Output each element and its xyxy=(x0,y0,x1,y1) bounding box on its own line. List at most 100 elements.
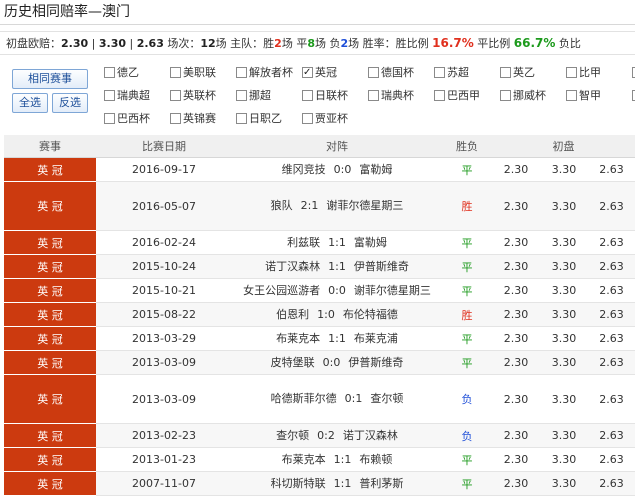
league-cell[interactable]: 英 冠 xyxy=(4,278,96,303)
league-cell[interactable]: 英 冠 xyxy=(4,350,96,375)
home-team[interactable]: 布莱克本 xyxy=(276,332,320,345)
home-team[interactable]: 狼队 xyxy=(271,199,293,212)
away-team[interactable]: 富勒姆 xyxy=(359,163,392,176)
league-checkbox[interactable]: 巴西甲 xyxy=(434,87,480,105)
league-cell[interactable]: 英 冠 xyxy=(4,181,96,231)
odds-home-cell: 2.30 xyxy=(492,447,540,472)
checkbox-icon[interactable] xyxy=(368,66,379,78)
draw-percent: 66.7% xyxy=(513,36,556,50)
table-row: 英 冠 2013-03-29 布莱克本 1:1 布莱克浦 平 2.30 3.30 2.63 xyxy=(4,326,635,351)
league-checkbox[interactable]: 比甲 xyxy=(566,64,601,82)
checkbox-icon[interactable] xyxy=(302,112,313,124)
league-checkbox[interactable]: 英锦赛 xyxy=(170,110,216,128)
league-cell[interactable]: 英 冠 xyxy=(4,447,96,472)
league-checkbox[interactable]: 日联杯 xyxy=(302,87,348,105)
league-cell[interactable]: 英 冠 xyxy=(4,230,96,255)
result-cell: 平 xyxy=(442,447,492,472)
invert-selection-button[interactable]: 反选 xyxy=(52,93,88,113)
checkbox-icon[interactable] xyxy=(236,89,247,101)
league-checkbox[interactable]: 挪威杯 xyxy=(500,87,546,105)
header-date: 比赛日期 xyxy=(96,135,232,158)
checkbox-icon[interactable] xyxy=(566,66,577,78)
score: 1:1 xyxy=(328,235,346,249)
league-checkbox[interactable]: 英联杯 xyxy=(170,87,216,105)
away-team[interactable]: 伊普斯维奇 xyxy=(348,356,403,369)
league-cell[interactable]: 英 冠 xyxy=(4,157,96,182)
away-team[interactable]: 查尔顿 xyxy=(370,392,403,405)
checkbox-icon[interactable] xyxy=(170,66,181,78)
away-team[interactable]: 布赖顿 xyxy=(359,453,392,466)
checkbox-icon[interactable] xyxy=(500,89,511,101)
checkbox-icon[interactable] xyxy=(302,89,313,101)
checkbox-icon[interactable] xyxy=(434,66,445,78)
league-checkbox[interactable]: 苏超 xyxy=(434,64,469,82)
league-checkbox[interactable]: 英冠 xyxy=(302,64,337,82)
home-team[interactable]: 女王公园巡游者 xyxy=(243,284,320,297)
league-checkbox[interactable]: 瑞典超 xyxy=(104,87,150,105)
league-cell[interactable]: 英 冠 xyxy=(4,254,96,279)
table-row: 英 冠 2013-03-09 哈德斯菲尔德 0:1 查尔顿 负 2.30 3.30 2.63 xyxy=(4,374,635,424)
home-team[interactable]: 哈德斯菲尔德 xyxy=(271,392,337,405)
league-checkbox[interactable]: 贾亚杯 xyxy=(302,110,348,128)
checkbox-icon[interactable] xyxy=(500,66,511,78)
home-team[interactable]: 伯恩利 xyxy=(276,308,309,321)
league-cell[interactable]: 英 冠 xyxy=(4,423,96,448)
league-checkbox-label: 日职乙 xyxy=(249,112,282,125)
league-checkbox[interactable]: 美职联 xyxy=(170,64,216,82)
home-team[interactable]: 皮特堡联 xyxy=(271,356,315,369)
home-team[interactable]: 查尔顿 xyxy=(276,429,309,442)
league-name: 英 冠 xyxy=(37,332,63,346)
checkbox-icon[interactable] xyxy=(170,112,181,124)
away-team[interactable]: 普利茅斯 xyxy=(359,477,403,490)
league-checkbox[interactable]: 德乙 xyxy=(104,64,139,82)
home-team[interactable]: 维冈竞技 xyxy=(282,163,326,176)
checkbox-icon[interactable] xyxy=(566,89,577,101)
result-cell: 胜 xyxy=(442,181,492,231)
result-cell: 平 xyxy=(442,350,492,375)
odds-draw-cell: 3.30 xyxy=(540,254,588,279)
checkbox-icon[interactable] xyxy=(302,64,313,82)
away-team[interactable]: 诺丁汉森林 xyxy=(343,429,398,442)
home-team[interactable]: 诺丁汉森林 xyxy=(265,260,320,273)
league-checkbox[interactable]: 瑞典杯 xyxy=(368,87,414,105)
league-cell[interactable]: 英 冠 xyxy=(4,374,96,424)
home-team[interactable]: 利兹联 xyxy=(287,236,320,249)
league-checkbox[interactable]: 解放者杯 xyxy=(236,64,293,82)
select-all-button[interactable]: 全选 xyxy=(12,93,48,113)
date-cell: 2016-05-07 xyxy=(96,181,232,231)
same-match-button[interactable]: 相同赛事 xyxy=(12,69,88,89)
win-unit: 场 平 xyxy=(281,37,308,50)
league-cell[interactable]: 英 冠 xyxy=(4,302,96,327)
checkbox-icon[interactable] xyxy=(434,89,445,101)
league-cell[interactable]: 英 冠 xyxy=(4,326,96,351)
league-checkbox[interactable]: 挪超 xyxy=(236,87,271,105)
home-team[interactable]: 布莱克本 xyxy=(282,453,326,466)
away-team[interactable]: 布莱克浦 xyxy=(354,332,398,345)
away-team[interactable]: 富勒姆 xyxy=(354,236,387,249)
checkbox-icon[interactable] xyxy=(236,66,247,78)
league-checkbox[interactable]: 德国杯 xyxy=(368,64,414,82)
league-checkbox-label: 英锦赛 xyxy=(183,112,216,125)
odds-away-cell: 2.63 xyxy=(588,350,635,375)
checkbox-icon[interactable] xyxy=(104,66,115,78)
odds-draw-cell: 3.30 xyxy=(540,447,588,472)
checkbox-icon[interactable] xyxy=(104,89,115,101)
checkbox-icon[interactable] xyxy=(104,112,115,124)
home-team[interactable]: 科切斯特联 xyxy=(271,477,326,490)
away-team[interactable]: 布伦特福德 xyxy=(343,308,398,321)
away-team[interactable]: 谢菲尔德星期三 xyxy=(326,199,403,212)
away-team[interactable]: 伊普斯维奇 xyxy=(354,260,409,273)
league-checkbox[interactable]: 日职乙 xyxy=(236,110,282,128)
checkbox-icon[interactable] xyxy=(368,89,379,101)
checkbox-icon[interactable] xyxy=(236,112,247,124)
league-name: 英 冠 xyxy=(37,236,63,250)
checkbox-icon[interactable] xyxy=(170,89,181,101)
league-checkbox[interactable]: 英乙 xyxy=(500,64,535,82)
away-team[interactable]: 谢菲尔德星期三 xyxy=(354,284,431,297)
league-checkbox[interactable]: 巴西杯 xyxy=(104,110,150,128)
date-cell: 2015-08-22 xyxy=(96,302,232,327)
odds-home-cell: 2.30 xyxy=(492,350,540,375)
league-checkbox[interactable]: 智甲 xyxy=(566,87,601,105)
league-cell[interactable]: 英 冠 xyxy=(4,471,96,496)
league-checkbox-label: 德乙 xyxy=(117,66,139,79)
